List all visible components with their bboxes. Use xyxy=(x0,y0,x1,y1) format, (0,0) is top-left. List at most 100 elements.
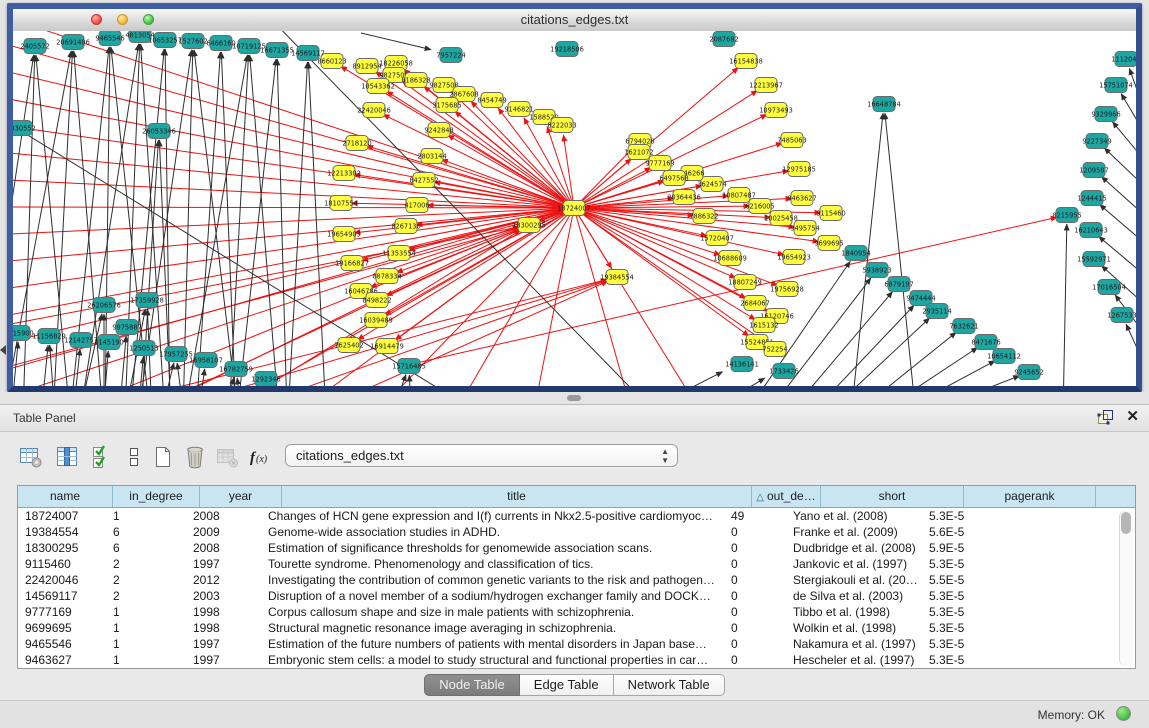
citation-edge-black[interactable] xyxy=(1121,94,1136,127)
cell-in_degree[interactable]: 1 xyxy=(106,652,186,668)
table-row[interactable]: 946554611997Estimation of the future num… xyxy=(18,636,1135,652)
citation-edge-black[interactable] xyxy=(1063,224,1067,386)
cell-name[interactable]: 14569117 xyxy=(18,588,106,604)
table-select-dropdown[interactable]: citations_edges.txt ▲▼ xyxy=(285,444,678,467)
graph-node-teal[interactable]: 1733426 xyxy=(769,364,798,379)
graph-node-yellow[interactable]: 2803144 xyxy=(417,149,446,164)
citation-edge-black[interactable] xyxy=(50,345,55,386)
graph-node-yellow[interactable]: 19756928 xyxy=(770,282,804,297)
citation-edge-red[interactable] xyxy=(13,208,574,235)
citation-edge-red[interactable] xyxy=(13,207,574,208)
graph-node-teal[interactable]: 17957255 xyxy=(159,347,193,362)
graph-node-yellow[interactable]: 6497568 xyxy=(659,171,688,186)
column-header-year[interactable]: year xyxy=(200,486,282,508)
node-attribute-table[interactable]: namein_degreeyeartitle△out_de…shortpager… xyxy=(17,485,1136,669)
graph-node-yellow[interactable]: 8912954 xyxy=(352,59,381,74)
graph-node-teal[interactable]: 17359928 xyxy=(130,293,164,308)
column-header-short[interactable]: short xyxy=(821,486,964,508)
cell-short[interactable]: de Silva et al. (2003) xyxy=(786,588,922,604)
graph-node-teal[interactable]: 7957224 xyxy=(436,48,465,63)
horizontal-splitter[interactable] xyxy=(0,392,1149,404)
table-row[interactable]: 1456911722003Disruption of a novel membe… xyxy=(18,588,1135,604)
cell-in_degree[interactable]: 6 xyxy=(106,540,186,556)
graph-node-teal[interactable]: 9465546 xyxy=(95,31,124,46)
column-header-name[interactable]: name xyxy=(18,486,113,508)
network-view-window[interactable]: citations_edges.txt 18724007183002951938… xyxy=(7,3,1142,392)
column-select-icon[interactable] xyxy=(52,441,82,473)
network-canvas[interactable]: 1872400718300295193845548660123891295418… xyxy=(13,31,1136,386)
cell-out_degree[interactable]: 49 xyxy=(724,508,786,524)
graph-node-teal[interactable]: 1840954 xyxy=(841,246,870,261)
cell-name[interactable]: 9463627 xyxy=(18,652,106,668)
function-builder-icon[interactable]: f(x) xyxy=(246,441,276,473)
graph-node-teal[interactable]: 1244415 xyxy=(1077,191,1106,206)
close-panel-icon[interactable]: ✕ xyxy=(1126,409,1139,425)
graph-node-yellow[interactable]: 8267130 xyxy=(391,219,420,234)
cell-pagerank[interactable]: 5.3E-5 xyxy=(922,620,1047,636)
cell-year[interactable]: 2009 xyxy=(186,524,261,540)
citation-edge-black[interactable] xyxy=(277,59,287,386)
cell-title[interactable]: Investigating the contribution of common… xyxy=(261,572,724,588)
graph-node-yellow[interactable]: 16154838 xyxy=(729,54,763,69)
cell-year[interactable]: 2008 xyxy=(186,508,261,524)
graph-node-teal[interactable]: 2935114 xyxy=(922,304,951,319)
cell-out_degree[interactable]: 0 xyxy=(724,572,786,588)
cell-pagerank[interactable]: 5.3E-5 xyxy=(922,508,1047,524)
splitter-grip[interactable] xyxy=(567,395,581,401)
cell-in_degree[interactable]: 2 xyxy=(106,556,186,572)
cell-title[interactable]: Tourette syndrome. Phenomenology and cla… xyxy=(261,556,724,572)
graph-node-teal[interactable]: 1292346 xyxy=(251,372,280,387)
cell-name[interactable]: 9115460 xyxy=(18,556,106,572)
citation-edge-red[interactable] xyxy=(13,31,574,208)
cell-pagerank[interactable]: 5.3E-5 xyxy=(922,604,1047,620)
graph-node-yellow[interactable]: 9242848 xyxy=(424,123,453,138)
citation-edge-black[interactable] xyxy=(661,372,723,386)
cell-pagerank[interactable]: 5.3E-5 xyxy=(922,556,1047,572)
citation-edge-black[interactable] xyxy=(1100,205,1136,240)
cell-in_degree[interactable]: 6 xyxy=(106,524,186,540)
cell-in_degree[interactable]: 2 xyxy=(106,588,186,604)
table-vertical-scrollbar[interactable] xyxy=(1119,510,1133,666)
network-window-titlebar[interactable]: citations_edges.txt xyxy=(13,9,1136,32)
cell-name[interactable]: 19384554 xyxy=(18,524,106,540)
citation-edge-black[interactable] xyxy=(130,49,164,386)
graph-node-yellow[interactable]: 9777169 xyxy=(645,156,674,171)
tab-network-table[interactable]: Network Table xyxy=(614,674,725,696)
cell-short[interactable]: Stergiakouli et al. (2012) xyxy=(786,572,922,588)
graph-node-yellow[interactable]: 7625402 xyxy=(334,338,363,353)
cell-name[interactable]: 9699695 xyxy=(18,620,106,636)
citation-edge-black[interactable] xyxy=(224,378,234,386)
cell-year[interactable]: 2012 xyxy=(186,572,261,588)
delete-table-icon[interactable] xyxy=(180,441,210,473)
table-row[interactable]: 1938455462009Genome-wide association stu… xyxy=(18,524,1135,540)
graph-node-teal[interactable]: 10654112 xyxy=(987,349,1021,364)
cell-year[interactable]: 1997 xyxy=(186,652,261,668)
graph-node-teal[interactable]: 2087682 xyxy=(709,32,738,47)
memory-ok-indicator-icon[interactable] xyxy=(1116,706,1131,721)
cell-in_degree[interactable]: 1 xyxy=(106,508,186,524)
float-window-icon[interactable] xyxy=(1097,409,1114,425)
cell-short[interactable]: Jankovic et al. (1997) xyxy=(786,556,922,572)
cell-short[interactable]: Tibbo et al. (1998) xyxy=(786,604,922,620)
graph-node-teal[interactable]: 14136141 xyxy=(725,357,759,372)
graph-node-yellow[interactable]: 8186328 xyxy=(401,73,430,88)
cell-in_degree[interactable]: 2 xyxy=(106,572,186,588)
cell-pagerank[interactable]: 5.3E-5 xyxy=(922,636,1047,652)
graph-node-yellow[interactable]: 8222033 xyxy=(547,118,576,133)
cell-short[interactable]: Wolkin et al. (1998) xyxy=(786,620,922,636)
cell-title[interactable]: Corpus callosum shape and size in male p… xyxy=(261,604,724,620)
cell-in_degree[interactable]: 1 xyxy=(106,636,186,652)
citation-edge-black[interactable] xyxy=(361,33,431,50)
graph-node-teal[interactable]: 1112045 xyxy=(1111,52,1136,67)
cell-title[interactable]: Embryonic stem cells: a model to study s… xyxy=(261,652,724,668)
citation-edge-red[interactable] xyxy=(367,146,574,208)
citation-edge-red[interactable] xyxy=(563,135,574,208)
graph-node-yellow[interactable]: 12975185 xyxy=(782,162,816,177)
cell-name[interactable]: 9777169 xyxy=(18,604,106,620)
cell-pagerank[interactable]: 5.5E-5 xyxy=(922,572,1047,588)
cell-year[interactable]: 1997 xyxy=(186,556,261,572)
citation-edge-black[interactable] xyxy=(1126,324,1136,357)
cell-out_degree[interactable]: 0 xyxy=(724,652,786,668)
citation-edge-black[interactable] xyxy=(825,318,930,386)
graph-node-teal[interactable]: 16782759 xyxy=(219,362,253,377)
